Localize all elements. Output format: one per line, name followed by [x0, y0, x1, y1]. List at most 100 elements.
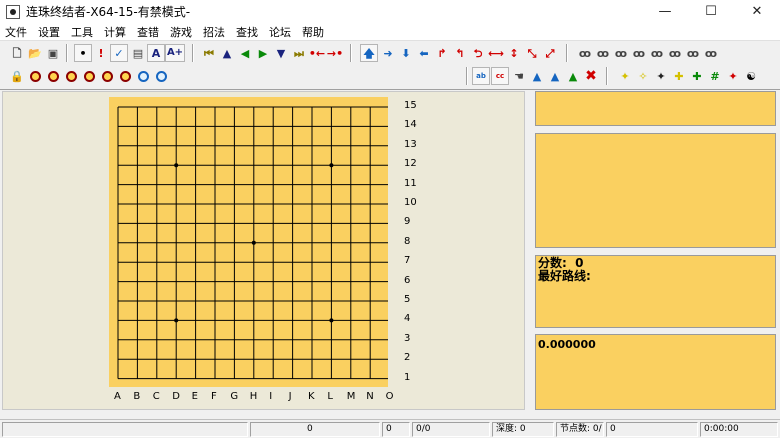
image-frame-icon[interactable]: ▤ [129, 44, 147, 62]
up-down-icon[interactable]: ↕ [505, 44, 523, 62]
star-4-icon[interactable]: ✚ [670, 67, 688, 85]
star-point [329, 318, 334, 323]
font-decrease-button[interactable]: A [147, 44, 165, 62]
zoom-in-icon[interactable] [134, 67, 152, 85]
minimize-button[interactable]: — [642, 0, 688, 23]
diagonal-in-icon[interactable]: ⤡ [523, 44, 541, 62]
row-label: 8 [404, 235, 411, 247]
search-foot-4-icon[interactable]: ꝏ [630, 44, 648, 62]
star-1-icon[interactable]: ✦ [616, 67, 634, 85]
arrow-left-icon[interactable]: ⬅ [415, 44, 433, 62]
toolbar-secondary: 🔒 ab cc ☚ ▲ ▲ ▲ ✖ ✦ ✧ ✦ ✚ ✚ # ✦ ☯ [0, 65, 780, 87]
zoom-1-icon[interactable] [26, 67, 44, 85]
abc-label-icon[interactable]: ab [472, 67, 490, 85]
new-file-icon[interactable]: 🗋 [8, 44, 26, 62]
menu-check-errors[interactable]: 查错 [132, 24, 165, 40]
turn-left-icon[interactable]: ↰ [451, 44, 469, 62]
search-foot-1-icon[interactable]: ꝏ [576, 44, 594, 62]
red-x-icon[interactable]: ✖ [582, 67, 600, 85]
star-point [251, 240, 256, 245]
search-foot-6-icon[interactable]: ꝏ [666, 44, 684, 62]
exclamation-icon[interactable]: ! [92, 44, 110, 62]
info-panel-middle [535, 133, 776, 248]
row-label: 3 [404, 332, 411, 344]
search-foot-7-icon[interactable]: ꝏ [684, 44, 702, 62]
zoom-6-icon[interactable] [116, 67, 134, 85]
arrow-up-icon[interactable]: 🡅 [360, 44, 378, 62]
arrow-right-icon[interactable]: ➜ [379, 44, 397, 62]
down-triangle-icon[interactable]: ▼ [272, 44, 290, 62]
menu-moves[interactable]: 招法 [198, 24, 231, 40]
row-label: 2 [404, 352, 411, 364]
status-depth: 深度: 0 [492, 422, 554, 437]
left-right-icon[interactable]: ⟷ [487, 44, 505, 62]
first-move-icon[interactable]: ⏮ [200, 44, 218, 62]
red-star-icon[interactable]: ✦ [724, 67, 742, 85]
menu-forum[interactable]: 论坛 [264, 24, 297, 40]
up-triangle-icon[interactable]: ▲ [218, 44, 236, 62]
star-3-icon[interactable]: ✦ [652, 67, 670, 85]
cc-label-icon[interactable]: cc [491, 67, 509, 85]
tree-1-icon[interactable]: ▲ [528, 67, 546, 85]
stone-mark-icon[interactable]: • [74, 44, 92, 62]
row-label: 4 [404, 313, 411, 325]
menu-file[interactable]: 文件 [0, 24, 33, 40]
zoom-2-icon[interactable] [44, 67, 62, 85]
close-button[interactable]: ✕ [734, 0, 780, 23]
move-right-dots-icon[interactable]: →• [326, 44, 344, 62]
row-label: 11 [404, 177, 417, 189]
diagonal-out-icon[interactable]: ⤢ [541, 44, 559, 62]
search-foot-8-icon[interactable]: ꝏ [702, 44, 720, 62]
menu-settings[interactable]: 设置 [33, 24, 66, 40]
menu-bar: 文件 设置 工具 计算 查错 游戏 招法 查找 论坛 帮助 [0, 23, 780, 41]
search-foot-2-icon[interactable]: ꝏ [594, 44, 612, 62]
zoom-out-icon[interactable] [152, 67, 170, 85]
menu-find[interactable]: 查找 [231, 24, 264, 40]
search-foot-5-icon[interactable]: ꝏ [648, 44, 666, 62]
yin-yang-icon[interactable]: ☯ [742, 67, 760, 85]
column-label: K [308, 391, 315, 402]
open-folder-icon[interactable]: 📂 [26, 44, 44, 62]
left-triangle-icon[interactable]: ◀ [236, 44, 254, 62]
menu-help[interactable]: 帮助 [297, 24, 330, 40]
board-grid[interactable] [109, 97, 388, 387]
grid-hash-icon[interactable]: # [706, 67, 724, 85]
row-label: 12 [404, 158, 417, 170]
column-label: O [385, 391, 394, 402]
score-label: 分数: [538, 256, 567, 270]
maximize-button[interactable]: ☐ [688, 0, 734, 23]
star-5-icon[interactable]: ✚ [688, 67, 706, 85]
turn-right-icon[interactable]: ↱ [433, 44, 451, 62]
analysis-panel: 分数: 0 最好路线: [535, 255, 776, 328]
column-label: J [288, 391, 292, 402]
row-label: 15 [404, 100, 417, 111]
status-time: 0:00:00 [700, 422, 778, 437]
row-label: 10 [404, 197, 417, 208]
tree-2-icon[interactable]: ▲ [546, 67, 564, 85]
lock-icon[interactable]: 🔒 [8, 67, 26, 85]
checkmark-icon[interactable]: ✓ [110, 44, 128, 62]
arrow-down-icon[interactable]: ⬇ [397, 44, 415, 62]
column-label: M [346, 391, 356, 402]
zoom-3-icon[interactable] [62, 67, 80, 85]
hand-icon[interactable]: ☚ [510, 67, 528, 85]
menu-tools[interactable]: 工具 [66, 24, 99, 40]
zoom-5-icon[interactable] [98, 67, 116, 85]
right-triangle-icon[interactable]: ▶ [254, 44, 272, 62]
u-turn-icon[interactable]: ⮌ [469, 44, 487, 62]
star-2-icon[interactable]: ✧ [634, 67, 652, 85]
save-disk-icon[interactable]: ▣ [44, 44, 62, 62]
last-move-icon[interactable]: ⏭ [290, 44, 308, 62]
zoom-4-icon[interactable] [80, 67, 98, 85]
tree-3-icon[interactable]: ▲ [564, 67, 582, 85]
column-label: L [327, 391, 333, 402]
menu-compute[interactable]: 计算 [99, 24, 132, 40]
column-label: E [191, 391, 198, 402]
status-cell-7: 0 [606, 422, 698, 437]
score-value: 0 [575, 256, 584, 270]
search-foot-3-icon[interactable]: ꝏ [612, 44, 630, 62]
evaluation-value: 0.000000 [538, 338, 596, 351]
move-left-dots-icon[interactable]: •← [308, 44, 326, 62]
menu-game[interactable]: 游戏 [165, 24, 198, 40]
font-increase-button[interactable]: A+ [165, 44, 185, 62]
